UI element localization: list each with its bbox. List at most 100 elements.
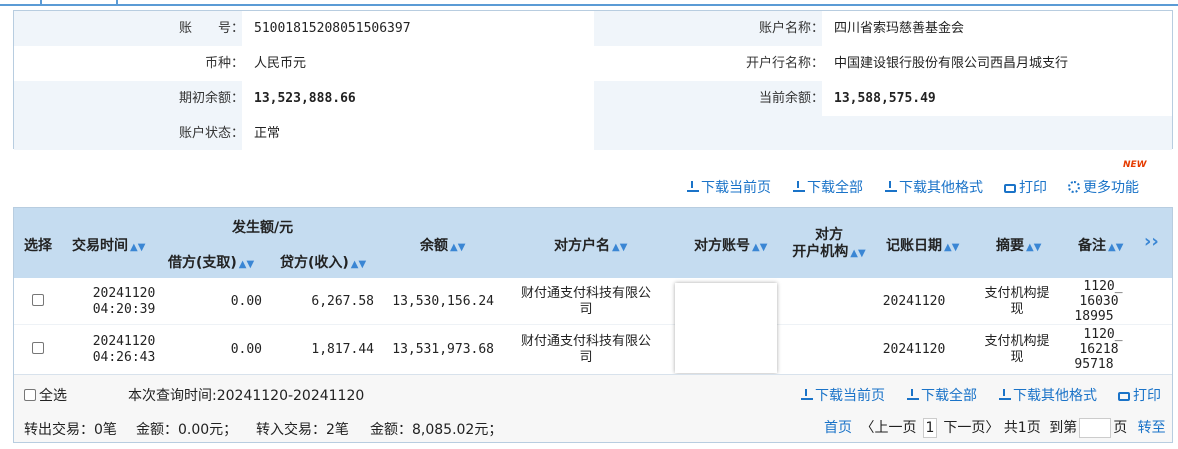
row-summary-line1: 支付机构提 [984,334,1050,349]
header-credit-label: 贷方(收入) [280,255,349,271]
row-post-date: 20241120 [882,342,946,357]
new-badge: NEW [1123,160,1147,170]
row-date: 20241120 [92,286,156,301]
header-counterparty-account[interactable]: 对方账号 ▲▼ [694,235,767,255]
header-counterparty-name[interactable]: 对方户名 ▲▼ [554,235,627,255]
more-functions-button[interactable]: 更多功能 [1068,177,1139,197]
out-summary: 转出交易：0笔 [24,422,117,438]
row-balance: 13,530,156.24 [392,294,494,309]
header-amount-group: 发生额/元 [232,220,294,236]
header-post-date[interactable]: 记账日期 ▲▼ [886,235,959,255]
select-all[interactable]: 全选 [24,385,67,405]
account-info-panel: 账 号： 51001815208051506397 账户名称： 四川省索玛慈善基… [13,10,1173,151]
opening-balance-label: 期初余额： [178,91,244,106]
current-balance-label: 当前余额： [758,91,824,106]
goto-page-input[interactable] [1079,418,1112,438]
current-page-box[interactable]: 1 [922,418,937,438]
footer-download-current-button[interactable]: 下载当前页 [800,385,885,405]
scroll-right-icon[interactable]: ›› [1144,231,1159,252]
row-summary-line1: 支付机构提 [984,286,1050,301]
header-post-date-label: 记账日期 [886,238,942,254]
download-current-button[interactable]: 下载当前页 [686,177,771,197]
header-debit[interactable]: 借方(支取) ▲▼ [168,252,254,272]
currency-label: 币种： [204,56,244,71]
gear-icon [1068,181,1080,193]
sort-icon[interactable]: ▲▼ [1108,242,1123,253]
printer-icon [1004,183,1016,193]
out-amount: 金额：0.00元； [136,422,238,438]
row-remark-line3: 95718 [1074,357,1114,372]
goto-button[interactable]: 转至 [1138,420,1166,436]
header-credit[interactable]: 贷方(收入) ▲▼ [280,252,366,272]
account-info-row: 账户状态： 正常 [14,116,1172,151]
header-counterparty-name-label: 对方户名 [554,238,610,254]
row-remark: 1120_ 16218 95718 [1072,327,1126,372]
select-all-checkbox[interactable] [24,389,36,401]
header-summary-label: 摘要 [996,238,1024,254]
header-remark-label: 备注 [1078,238,1106,254]
header-counterparty-bank-line1: 对方 [815,227,843,243]
next-page-link[interactable]: 下一页〉 [943,420,999,436]
footer-download-other-label: 下载其他格式 [1013,388,1097,404]
sort-icon[interactable]: ▲▼ [850,248,865,259]
row-credit: 1,817.44 [311,342,374,357]
table-footer: 全选 本次查询时间:20241120-20241120 下载当前页 下载全部 下… [14,374,1172,442]
row-remark-line2: 16030 [1079,294,1119,309]
footer-download-all-label: 下载全部 [921,388,977,404]
bank-name-value: 中国建设银行股份有限公司西昌月城支行 [822,46,1172,81]
bank-name-label: 开户行名称： [745,56,824,71]
row-checkbox[interactable] [32,294,44,306]
row-checkbox[interactable] [32,342,44,354]
download-icon [998,389,1011,401]
prev-page-link[interactable]: 〈上一页 [860,420,916,436]
row-remark: 1120_ 16030 18995 [1072,279,1126,324]
row-time: 04:20:39 [92,302,156,317]
header-counterparty-bank-line2: 开户机构 [792,244,849,260]
sort-icon[interactable]: ▲▼ [612,242,627,253]
footer-download-all-button[interactable]: 下载全部 [906,385,977,405]
account-info-row: 账 号： 51001815208051506397 账户名称： 四川省索玛慈善基… [14,11,1172,46]
row-counterparty-line1: 财付通支付科技有限公 [520,286,651,301]
footer-download-other-button[interactable]: 下载其他格式 [998,385,1097,405]
current-balance-value: 13,588,575.49 [822,81,1172,116]
download-current-label: 下载当前页 [701,180,771,196]
row-credit: 6,267.58 [311,294,374,309]
sort-icon[interactable]: ▲▼ [450,242,465,253]
account-status-label: 账户状态： [178,126,244,141]
download-other-button[interactable]: 下载其他格式 [884,177,983,197]
header-counterparty-bank[interactable]: 对方 开户机构 ▲▼ [784,227,874,262]
footer-print-button[interactable]: 打印 [1118,385,1161,405]
download-other-label: 下载其他格式 [899,180,983,196]
table-header: 选择 交易时间 ▲▼ 发生额/元 借方(支取) ▲▼ 贷方(收入) ▲▼ 余额 ▲▼ 对… [14,208,1172,278]
download-icon [884,181,897,193]
row-post-date: 20241120 [882,294,946,309]
sort-icon[interactable]: ▲▼ [752,242,767,253]
page-unit-label: 页 [1113,420,1128,436]
sort-icon[interactable]: ▲▼ [1026,242,1041,253]
more-functions-label: 更多功能 [1083,180,1139,196]
account-info-row: 币种： 人民币元 开户行名称： 中国建设银行股份有限公司西昌月城支行 [14,46,1172,81]
row-remark-line3: 18995 [1074,309,1114,324]
row-counterparty-name: 财付通支付科技有限公 司 [508,286,664,318]
header-remark[interactable]: 备注 ▲▼ [1078,235,1123,255]
print-button[interactable]: 打印 [1004,177,1047,197]
header-balance[interactable]: 余额 ▲▼ [420,235,465,255]
header-time[interactable]: 交易时间 ▲▼ [72,235,145,255]
table-row: 20241120 04:20:39 0.00 6,267.58 13,530,1… [14,278,1172,325]
sort-icon[interactable]: ▲▼ [239,259,254,270]
first-page-link[interactable]: 首页 [824,420,852,436]
redacted-account-box [675,283,777,373]
sort-icon[interactable]: ▲▼ [944,242,959,253]
account-no-label: 账 号： [178,21,244,36]
sort-icon[interactable]: ▲▼ [130,242,145,253]
active-tab[interactable] [40,0,118,6]
download-icon [800,389,813,401]
download-all-button[interactable]: 下载全部 [792,177,863,197]
header-summary[interactable]: 摘要 ▲▼ [996,235,1041,255]
sort-icon[interactable]: ▲▼ [351,259,366,270]
row-summary-line2: 现 [1010,302,1024,317]
row-date: 20241120 [92,334,156,349]
select-all-label: 全选 [39,388,67,404]
row-summary: 支付机构提 现 [972,334,1062,366]
row-balance: 13,531,973.68 [392,342,494,357]
